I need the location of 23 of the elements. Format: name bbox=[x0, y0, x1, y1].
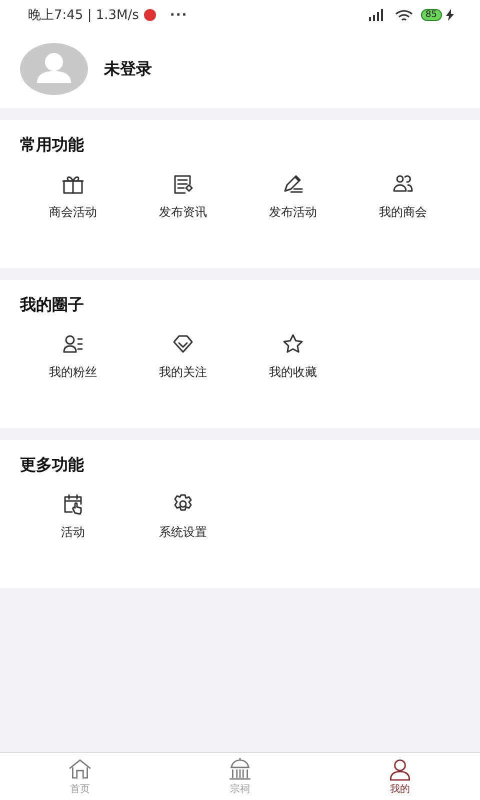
charging-icon bbox=[446, 9, 454, 21]
section-title: 更多功能 bbox=[19, 454, 85, 476]
menu-item[interactable]: 我的粉丝 bbox=[18, 332, 128, 381]
signal-icon bbox=[366, 9, 385, 21]
menu-item[interactable]: 我的关注 bbox=[128, 332, 238, 381]
section-title: 常用功能 bbox=[19, 134, 85, 156]
star-icon bbox=[281, 332, 305, 356]
more-indicator: ··· bbox=[170, 8, 188, 22]
menu-item[interactable]: 发布资讯 bbox=[128, 172, 238, 221]
menu-item[interactable]: 我的商会 bbox=[348, 172, 458, 221]
app-notification-icon bbox=[144, 9, 156, 21]
battery-icon: 85 bbox=[420, 9, 442, 21]
login-status[interactable]: 未登录 bbox=[104, 58, 152, 80]
avatar-icon[interactable] bbox=[20, 43, 88, 95]
status-text: 晚上7:45 | 1.3M/s bbox=[28, 7, 139, 24]
menu-item[interactable]: 系统设置 bbox=[128, 492, 238, 541]
menu-item[interactable]: 发布活动 bbox=[238, 172, 348, 221]
menu-item[interactable]: 活动 bbox=[18, 492, 128, 541]
menu-item[interactable]: 商会活动 bbox=[18, 172, 128, 221]
tab[interactable]: 我的 bbox=[320, 753, 480, 800]
wifi-icon bbox=[394, 8, 413, 22]
section-title: 我的圈子 bbox=[18, 294, 85, 316]
menu-item[interactable]: 我的收藏 bbox=[238, 332, 348, 381]
